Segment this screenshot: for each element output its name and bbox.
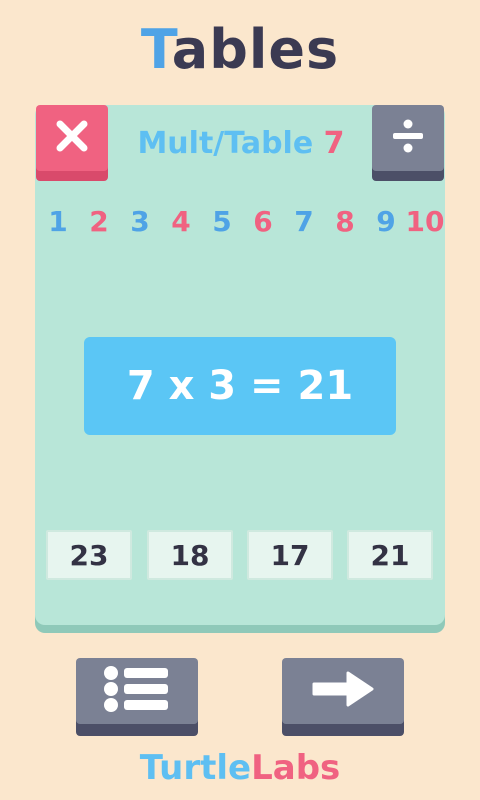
table-number-6[interactable]: 6 [243,205,283,238]
answer-option-3[interactable]: 17 [247,530,333,580]
close-button[interactable] [36,105,108,171]
arrow-right-icon [308,667,378,715]
table-number-3[interactable]: 3 [120,205,160,238]
table-header-label: Mult/Table [137,126,314,161]
table-number-10[interactable]: 10 [405,205,445,238]
table-number-4[interactable]: 4 [161,205,201,238]
app-title: Tables [0,18,480,81]
answer-option-1[interactable]: 23 [46,530,132,580]
table-number-selector: 1 2 3 4 5 6 7 8 9 10 [36,205,446,245]
app-title-first-letter: T [140,18,172,81]
close-icon [54,118,90,158]
table-header: Mult/Table 7 [110,126,372,161]
question-display: 7 x 3 = 21 [84,337,396,435]
answer-option-4[interactable]: 21 [347,530,433,580]
brand-footer: TurtleLabs [0,748,480,788]
menu-button[interactable] [76,658,198,724]
table-number-5[interactable]: 5 [202,205,242,238]
answer-options: 23 18 17 21 [0,530,480,580]
list-icon [102,664,172,718]
app-title-rest: ables [171,18,340,81]
table-number-8[interactable]: 8 [325,205,365,238]
table-number-7[interactable]: 7 [284,205,324,238]
brand-second: Labs [251,748,341,788]
divide-icon [388,116,428,160]
table-header-number: 7 [323,126,345,161]
table-number-2[interactable]: 2 [79,205,119,238]
operation-button[interactable] [372,105,444,171]
table-number-9[interactable]: 9 [366,205,406,238]
brand-first: Turtle [139,748,252,788]
answer-option-2[interactable]: 18 [147,530,233,580]
next-button[interactable] [282,658,404,724]
table-number-1[interactable]: 1 [38,205,78,238]
